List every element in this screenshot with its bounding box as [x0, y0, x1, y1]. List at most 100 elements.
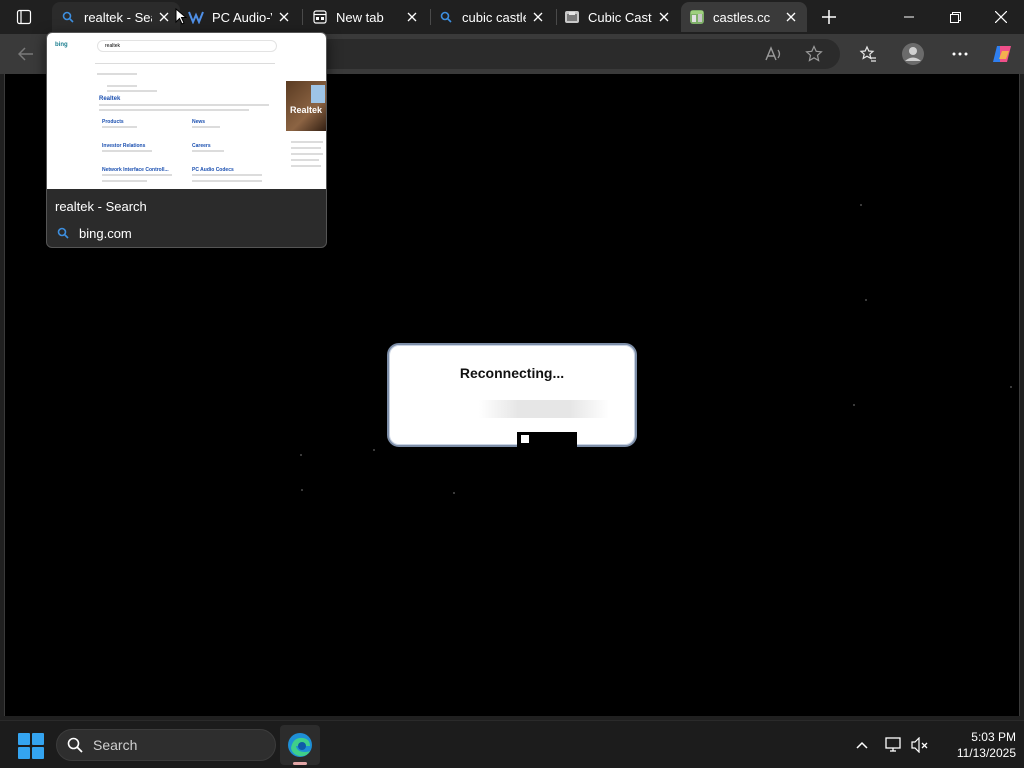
start-button[interactable]	[18, 733, 44, 759]
thumbnail-snippet-line	[192, 174, 262, 176]
clock-date: 11/13/2025	[956, 746, 1016, 760]
close-tab-icon[interactable]	[656, 9, 672, 25]
network-icon	[885, 737, 901, 752]
thumbnail-side-graphic	[311, 85, 325, 103]
tab-strip: realtek - Sea PC Audio-V New tab cubic c…	[0, 0, 1024, 34]
more-icon	[952, 52, 968, 56]
back-arrow-icon	[18, 47, 33, 61]
reconnect-progress-bar	[517, 432, 577, 447]
cubic-castles-icon	[564, 9, 580, 25]
chevron-up-icon	[856, 741, 868, 749]
new-tab-button[interactable]	[818, 6, 840, 28]
copilot-button[interactable]	[988, 40, 1016, 68]
thumbnail-sitelink: News	[192, 119, 206, 125]
thumbnail-sitelink: PC Audio Codecs	[192, 167, 234, 173]
newtab-icon	[312, 9, 328, 25]
tab-new-tab[interactable]: New tab	[304, 2, 428, 32]
thumbnail-snippet-line	[102, 180, 147, 182]
background-speck	[453, 492, 455, 494]
thumbnail-meta-line	[107, 90, 157, 92]
tab-actions-button[interactable]	[8, 5, 40, 29]
hover-card-domain-row: bing.com	[55, 225, 132, 241]
restore-button[interactable]	[932, 0, 978, 34]
close-tab-icon[interactable]	[276, 9, 292, 25]
hover-card-title: realtek - Search	[55, 199, 147, 214]
search-icon	[60, 9, 76, 25]
taskbar-search[interactable]: Search	[56, 729, 276, 761]
address-bar[interactable]	[300, 39, 840, 69]
tab-title: cubic castle	[462, 9, 526, 25]
bing-logo: bing	[55, 42, 68, 48]
thumbnail-side-line	[291, 147, 321, 149]
minimize-button[interactable]	[886, 0, 932, 34]
back-button[interactable]	[12, 40, 40, 68]
close-tab-icon[interactable]	[156, 9, 172, 25]
thumbnail-side-line	[291, 141, 323, 143]
thumbnail-snippet-line	[192, 126, 220, 128]
close-tab-icon[interactable]	[404, 9, 420, 25]
castles-icon	[689, 9, 705, 25]
thumbnail-side-logo: Realtek	[290, 105, 323, 115]
tab-preview-thumbnail: bing realtek Realtek Products News Inves…	[47, 33, 326, 189]
show-hidden-icons-button[interactable]	[850, 733, 874, 757]
favorite-button[interactable]	[800, 40, 828, 68]
background-speck	[865, 299, 867, 301]
star-add-icon	[805, 45, 823, 62]
network-tray-button[interactable]	[882, 733, 906, 757]
tab-actions-icon	[16, 9, 32, 25]
tab-pc-audio[interactable]: PC Audio-V	[180, 2, 300, 32]
favorites-button[interactable]	[854, 40, 882, 68]
volume-tray-button[interactable]	[908, 733, 932, 757]
windows-logo-pane	[32, 747, 44, 759]
volume-muted-icon	[911, 737, 928, 753]
close-window-button[interactable]	[978, 0, 1024, 34]
tab-cubic-castle-search[interactable]: cubic castle	[430, 2, 554, 32]
read-aloud-button[interactable]	[760, 40, 788, 68]
tab-title: PC Audio-V	[212, 9, 272, 25]
windows-logo-pane	[32, 733, 44, 745]
thumbnail-meta-line	[107, 85, 137, 87]
reconnecting-dialog: Reconnecting...	[387, 343, 637, 447]
tab-title: realtek - Sea	[84, 9, 152, 25]
taskbar: Search 5:03 PM 11/13/2025	[0, 720, 1024, 768]
running-app-indicator	[293, 762, 307, 765]
thumbnail-snippet-line	[192, 150, 224, 152]
tab-realtek-search[interactable]: realtek - Sea	[52, 2, 180, 32]
settings-more-button[interactable]	[946, 40, 974, 68]
tab-castles-cc[interactable]: castles.cc	[681, 2, 807, 32]
hover-card-domain: bing.com	[79, 225, 132, 241]
search-icon	[438, 9, 454, 25]
profile-button[interactable]	[899, 40, 927, 68]
tab-title: New tab	[336, 9, 384, 25]
edge-taskbar-button[interactable]	[280, 725, 320, 765]
thumbnail-query: realtek	[105, 43, 121, 49]
progress-indicator	[521, 435, 529, 443]
close-tab-icon[interactable]	[530, 9, 546, 25]
background-speck	[373, 449, 375, 451]
tab-title: Cubic Castle	[588, 9, 652, 25]
thumbnail-snippet-line	[192, 180, 262, 182]
favorites-icon	[859, 45, 876, 62]
copilot-icon	[993, 46, 1011, 62]
tab-cubic-castles[interactable]: Cubic Castle	[556, 2, 680, 32]
thumbnail-snippet-line	[102, 126, 137, 128]
edge-icon	[288, 733, 312, 757]
tab-hover-card: bing realtek Realtek Products News Inves…	[46, 32, 327, 248]
thumbnail-snippet-line	[102, 150, 152, 152]
windows-logo-pane	[18, 747, 30, 759]
close-tab-icon[interactable]	[783, 9, 799, 25]
thumbnail-sitelink: Products	[102, 119, 124, 125]
thumbnail-search-box	[97, 40, 277, 52]
taskbar-clock[interactable]: 5:03 PM 11/13/2025	[936, 729, 1016, 761]
thumbnail-snippet-line	[99, 109, 249, 111]
thumbnail-side-line	[291, 159, 319, 161]
background-speck	[860, 204, 862, 206]
reconnecting-text: Reconnecting...	[459, 365, 565, 381]
search-icon	[67, 737, 83, 753]
thumbnail-nav-line	[95, 63, 275, 64]
plus-icon	[822, 10, 836, 24]
background-speck	[301, 489, 303, 491]
minimize-icon	[904, 16, 914, 18]
restore-icon	[949, 11, 961, 23]
clock-time: 5:03 PM	[971, 730, 1016, 744]
